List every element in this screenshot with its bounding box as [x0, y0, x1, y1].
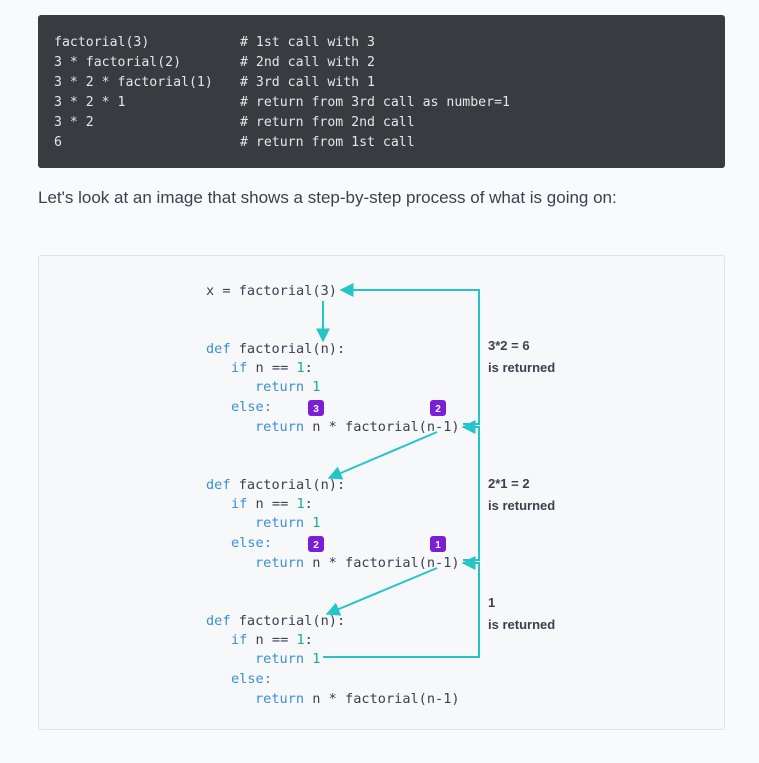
- code-text: 3 * 2: [54, 115, 94, 130]
- else-line: else:: [231, 535, 272, 551]
- def-line: def factorial(n):: [206, 477, 345, 493]
- else-line: else:: [231, 399, 272, 415]
- code-text: 3 * 2 * factorial(1): [54, 75, 213, 90]
- return-arrow: [339, 283, 480, 425]
- if-line: if n == 1:: [231, 496, 313, 512]
- code-text: 3 * 2 * 1: [54, 95, 126, 110]
- code-text: factorial(3): [54, 35, 150, 50]
- return-recursive-line: return n * factorial(n-1): [255, 419, 460, 435]
- def-line: def factorial(n):: [206, 341, 345, 357]
- intro-paragraph: Let's look at an image that shows a step…: [38, 188, 617, 207]
- return-arrow: [461, 420, 480, 561]
- code-comment: # return from 2nd call: [240, 115, 415, 130]
- else-line: else:: [231, 671, 272, 687]
- code-comment: # 2nd call with 2: [240, 55, 375, 70]
- code-comment: # 3rd call with 1: [240, 75, 375, 90]
- step-badge-label: 2: [435, 404, 441, 415]
- return-note-label: is returned: [488, 498, 555, 513]
- recursion-diagram: x = factorial(3) def factorial(n): if n …: [38, 255, 725, 730]
- step-badge-label: 1: [435, 540, 441, 551]
- return-recursive-line: return n * factorial(n-1): [255, 691, 460, 707]
- return-arrow: [323, 556, 480, 658]
- code-line: 6 # return from 1st call: [54, 133, 709, 153]
- return-one-line: return 1: [255, 651, 320, 667]
- return-recursive-line: return n * factorial(n-1): [255, 555, 460, 571]
- code-text: 6: [54, 135, 62, 150]
- return-value-label: 1: [488, 595, 495, 610]
- code-line: 3 * 2 * 1 # return from 3rd call as numbe…: [54, 93, 709, 113]
- def-rest: factorial(n):: [231, 613, 346, 629]
- def-rest: factorial(n):: [231, 341, 346, 357]
- return-one-line: return 1: [255, 379, 320, 395]
- if-line: if n == 1:: [231, 360, 313, 376]
- return-value-label: 3*2 = 6: [488, 338, 530, 353]
- call-line: x = factorial(3): [206, 283, 337, 299]
- code-comment: # return from 3rd call as number=1: [240, 95, 510, 110]
- call-arrow: [325, 567, 438, 616]
- return-one-line: return 1: [255, 515, 320, 531]
- code-line: factorial(3) # 1st call with 3: [54, 33, 709, 53]
- step-badge-label: 3: [313, 404, 319, 415]
- code-text: 3 * factorial(2): [54, 55, 182, 70]
- return-value-label: 2*1 = 2: [488, 476, 530, 491]
- code-comment: # 1st call with 3: [240, 35, 375, 50]
- if-line: if n == 1:: [231, 632, 313, 648]
- diagram-canvas: x = factorial(3) def factorial(n): if n …: [206, 283, 555, 707]
- def-line: def factorial(n):: [206, 613, 345, 629]
- code-comment: # return from 1st call: [240, 135, 415, 150]
- code-line: 3 * 2 * factorial(1) # 3rd call with 1: [54, 73, 709, 93]
- call-arrow: [327, 431, 438, 480]
- code-line: 3 * 2 # return from 2nd call: [54, 113, 709, 133]
- def-rest: factorial(n):: [231, 477, 346, 493]
- step-badge-label: 2: [313, 540, 319, 551]
- return-note-label: is returned: [488, 360, 555, 375]
- code-block: factorial(3) # 1st call with 3 3 * factor…: [38, 15, 725, 168]
- return-note-label: is returned: [488, 617, 555, 632]
- code-line: 3 * factorial(2) # 2nd call with 2: [54, 53, 709, 73]
